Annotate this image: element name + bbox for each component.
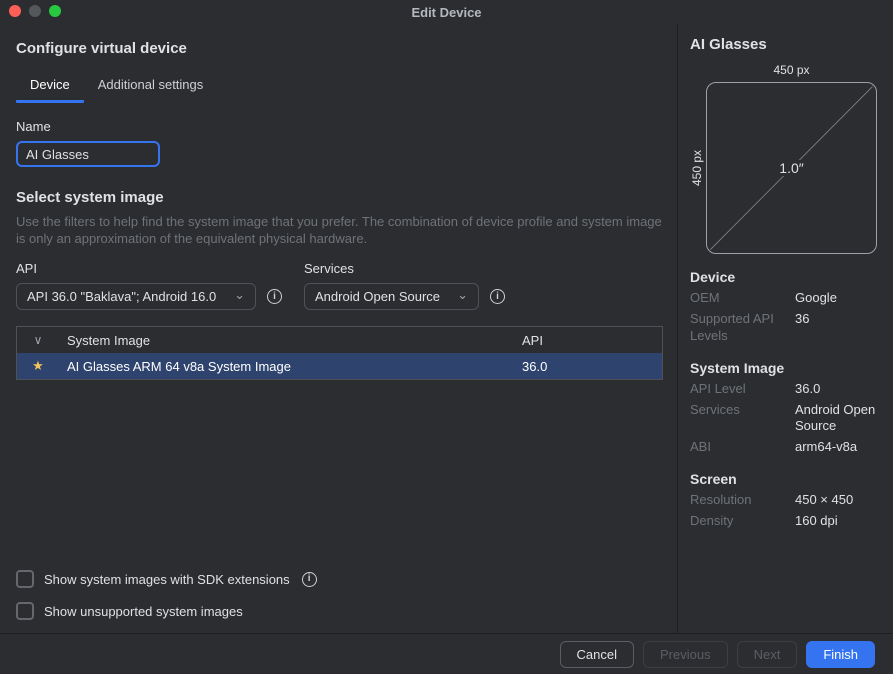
sort-chevron-icon[interactable]: ∨ (17, 333, 59, 347)
unsupported-images-label: Show unsupported system images (44, 604, 243, 619)
api-filter-group: API API 36.0 "Baklava"; Android 16.0 ⌄ i (16, 261, 282, 310)
select-system-image-heading: Select system image (16, 189, 663, 206)
screen-height-label: 450 px (690, 82, 706, 254)
spec-value: 160 dpi (795, 513, 877, 530)
services-filter-label: Services (304, 261, 505, 276)
spec-value: arm64-v8a (795, 439, 877, 456)
select-system-image-description: Use the filters to help find the system … (16, 213, 663, 247)
title-bar: Edit Device (0, 0, 893, 24)
spec-section-system-image: System Image (690, 360, 877, 376)
spec-key: API Level (690, 381, 791, 398)
spec-section-device: Device (690, 269, 877, 285)
chevron-down-icon: ⌄ (457, 288, 468, 301)
page-title: Configure virtual device (16, 40, 663, 57)
services-dropdown[interactable]: Android Open Source ⌄ (304, 283, 479, 310)
spec-value: Android Open Source (795, 402, 877, 436)
services-filter-group: Services Android Open Source ⌄ i (304, 261, 505, 310)
sdk-extensions-checkbox[interactable] (16, 570, 34, 588)
tab-additional-settings[interactable]: Additional settings (84, 73, 218, 103)
column-header-system-image[interactable]: System Image (59, 333, 522, 348)
spec-value: 36 (795, 311, 877, 345)
dialog-body: Configure virtual device Device Addition… (0, 24, 893, 633)
services-info-icon[interactable]: i (490, 289, 505, 304)
spec-rows-device: OEM Google Supported API Levels 36 (690, 290, 877, 345)
system-image-api: 36.0 (522, 359, 662, 374)
spec-key: Services (690, 402, 791, 436)
api-dropdown[interactable]: API 36.0 "Baklava"; Android 16.0 ⌄ (16, 283, 256, 310)
chevron-down-icon: ⌄ (234, 288, 245, 301)
window-controls (9, 5, 61, 17)
unsupported-images-checkbox[interactable] (16, 602, 34, 620)
filter-row: API API 36.0 "Baklava"; Android 16.0 ⌄ i… (16, 261, 663, 310)
zoom-window-button[interactable] (49, 5, 61, 17)
sdk-extensions-label: Show system images with SDK extensions (44, 572, 290, 587)
spec-key: Density (690, 513, 791, 530)
spec-value: Google (795, 290, 877, 307)
spec-section-screen: Screen (690, 471, 877, 487)
next-button[interactable]: Next (737, 641, 798, 668)
spec-value: 450 × 450 (795, 492, 877, 509)
screen-outline: 1.0″ (706, 82, 877, 254)
checkbox-options: Show system images with SDK extensions i… (16, 557, 663, 633)
star-icon[interactable]: ★ (17, 358, 59, 374)
tab-bar: Device Additional settings (16, 73, 663, 103)
device-summary-panel: AI Glasses 450 px 450 px 1.0″ Device OEM… (677, 24, 893, 633)
cancel-button[interactable]: Cancel (560, 641, 634, 668)
system-image-table: ∨ System Image API ★ AI Glasses ARM 64 v… (16, 326, 663, 380)
spec-key: OEM (690, 290, 791, 307)
api-filter-label: API (16, 261, 282, 276)
table-header-row: ∨ System Image API (17, 327, 662, 353)
screen-diagonal-size-label: 1.0″ (774, 160, 808, 176)
screen-width-label: 450 px (690, 63, 877, 77)
previous-button[interactable]: Previous (643, 641, 728, 668)
window-title: Edit Device (411, 5, 481, 20)
table-row[interactable]: ★ AI Glasses ARM 64 v8a System Image 36.… (17, 353, 662, 379)
spec-rows-screen: Resolution 450 × 450 Density 160 dpi (690, 492, 877, 530)
api-dropdown-value: API 36.0 "Baklava"; Android 16.0 (27, 289, 216, 304)
name-label: Name (16, 119, 663, 134)
unsupported-images-option: Show unsupported system images (16, 601, 663, 621)
spec-rows-system-image: API Level 36.0 Services Android Open Sou… (690, 381, 877, 457)
sdk-extensions-info-icon[interactable]: i (302, 572, 317, 587)
finish-button[interactable]: Finish (806, 641, 875, 668)
api-info-icon[interactable]: i (267, 289, 282, 304)
system-image-name: AI Glasses ARM 64 v8a System Image (59, 359, 522, 374)
minimize-window-button[interactable] (29, 5, 41, 17)
edit-device-dialog: Edit Device Configure virtual device Dev… (0, 0, 893, 674)
tab-device[interactable]: Device (16, 73, 84, 103)
sdk-extensions-option: Show system images with SDK extensions i (16, 569, 663, 589)
column-header-api[interactable]: API (522, 333, 662, 348)
configure-panel: Configure virtual device Device Addition… (0, 24, 677, 633)
close-window-button[interactable] (9, 5, 21, 17)
spec-value: 36.0 (795, 381, 877, 398)
device-name-input[interactable] (16, 141, 160, 167)
spec-key: Supported API Levels (690, 311, 791, 345)
spec-key: Resolution (690, 492, 791, 509)
dialog-footer: Cancel Previous Next Finish (0, 633, 893, 674)
services-dropdown-value: Android Open Source (315, 289, 440, 304)
device-summary-title: AI Glasses (690, 36, 877, 53)
spec-key: ABI (690, 439, 791, 456)
screen-diagram: 450 px 450 px 1.0″ (690, 63, 877, 254)
